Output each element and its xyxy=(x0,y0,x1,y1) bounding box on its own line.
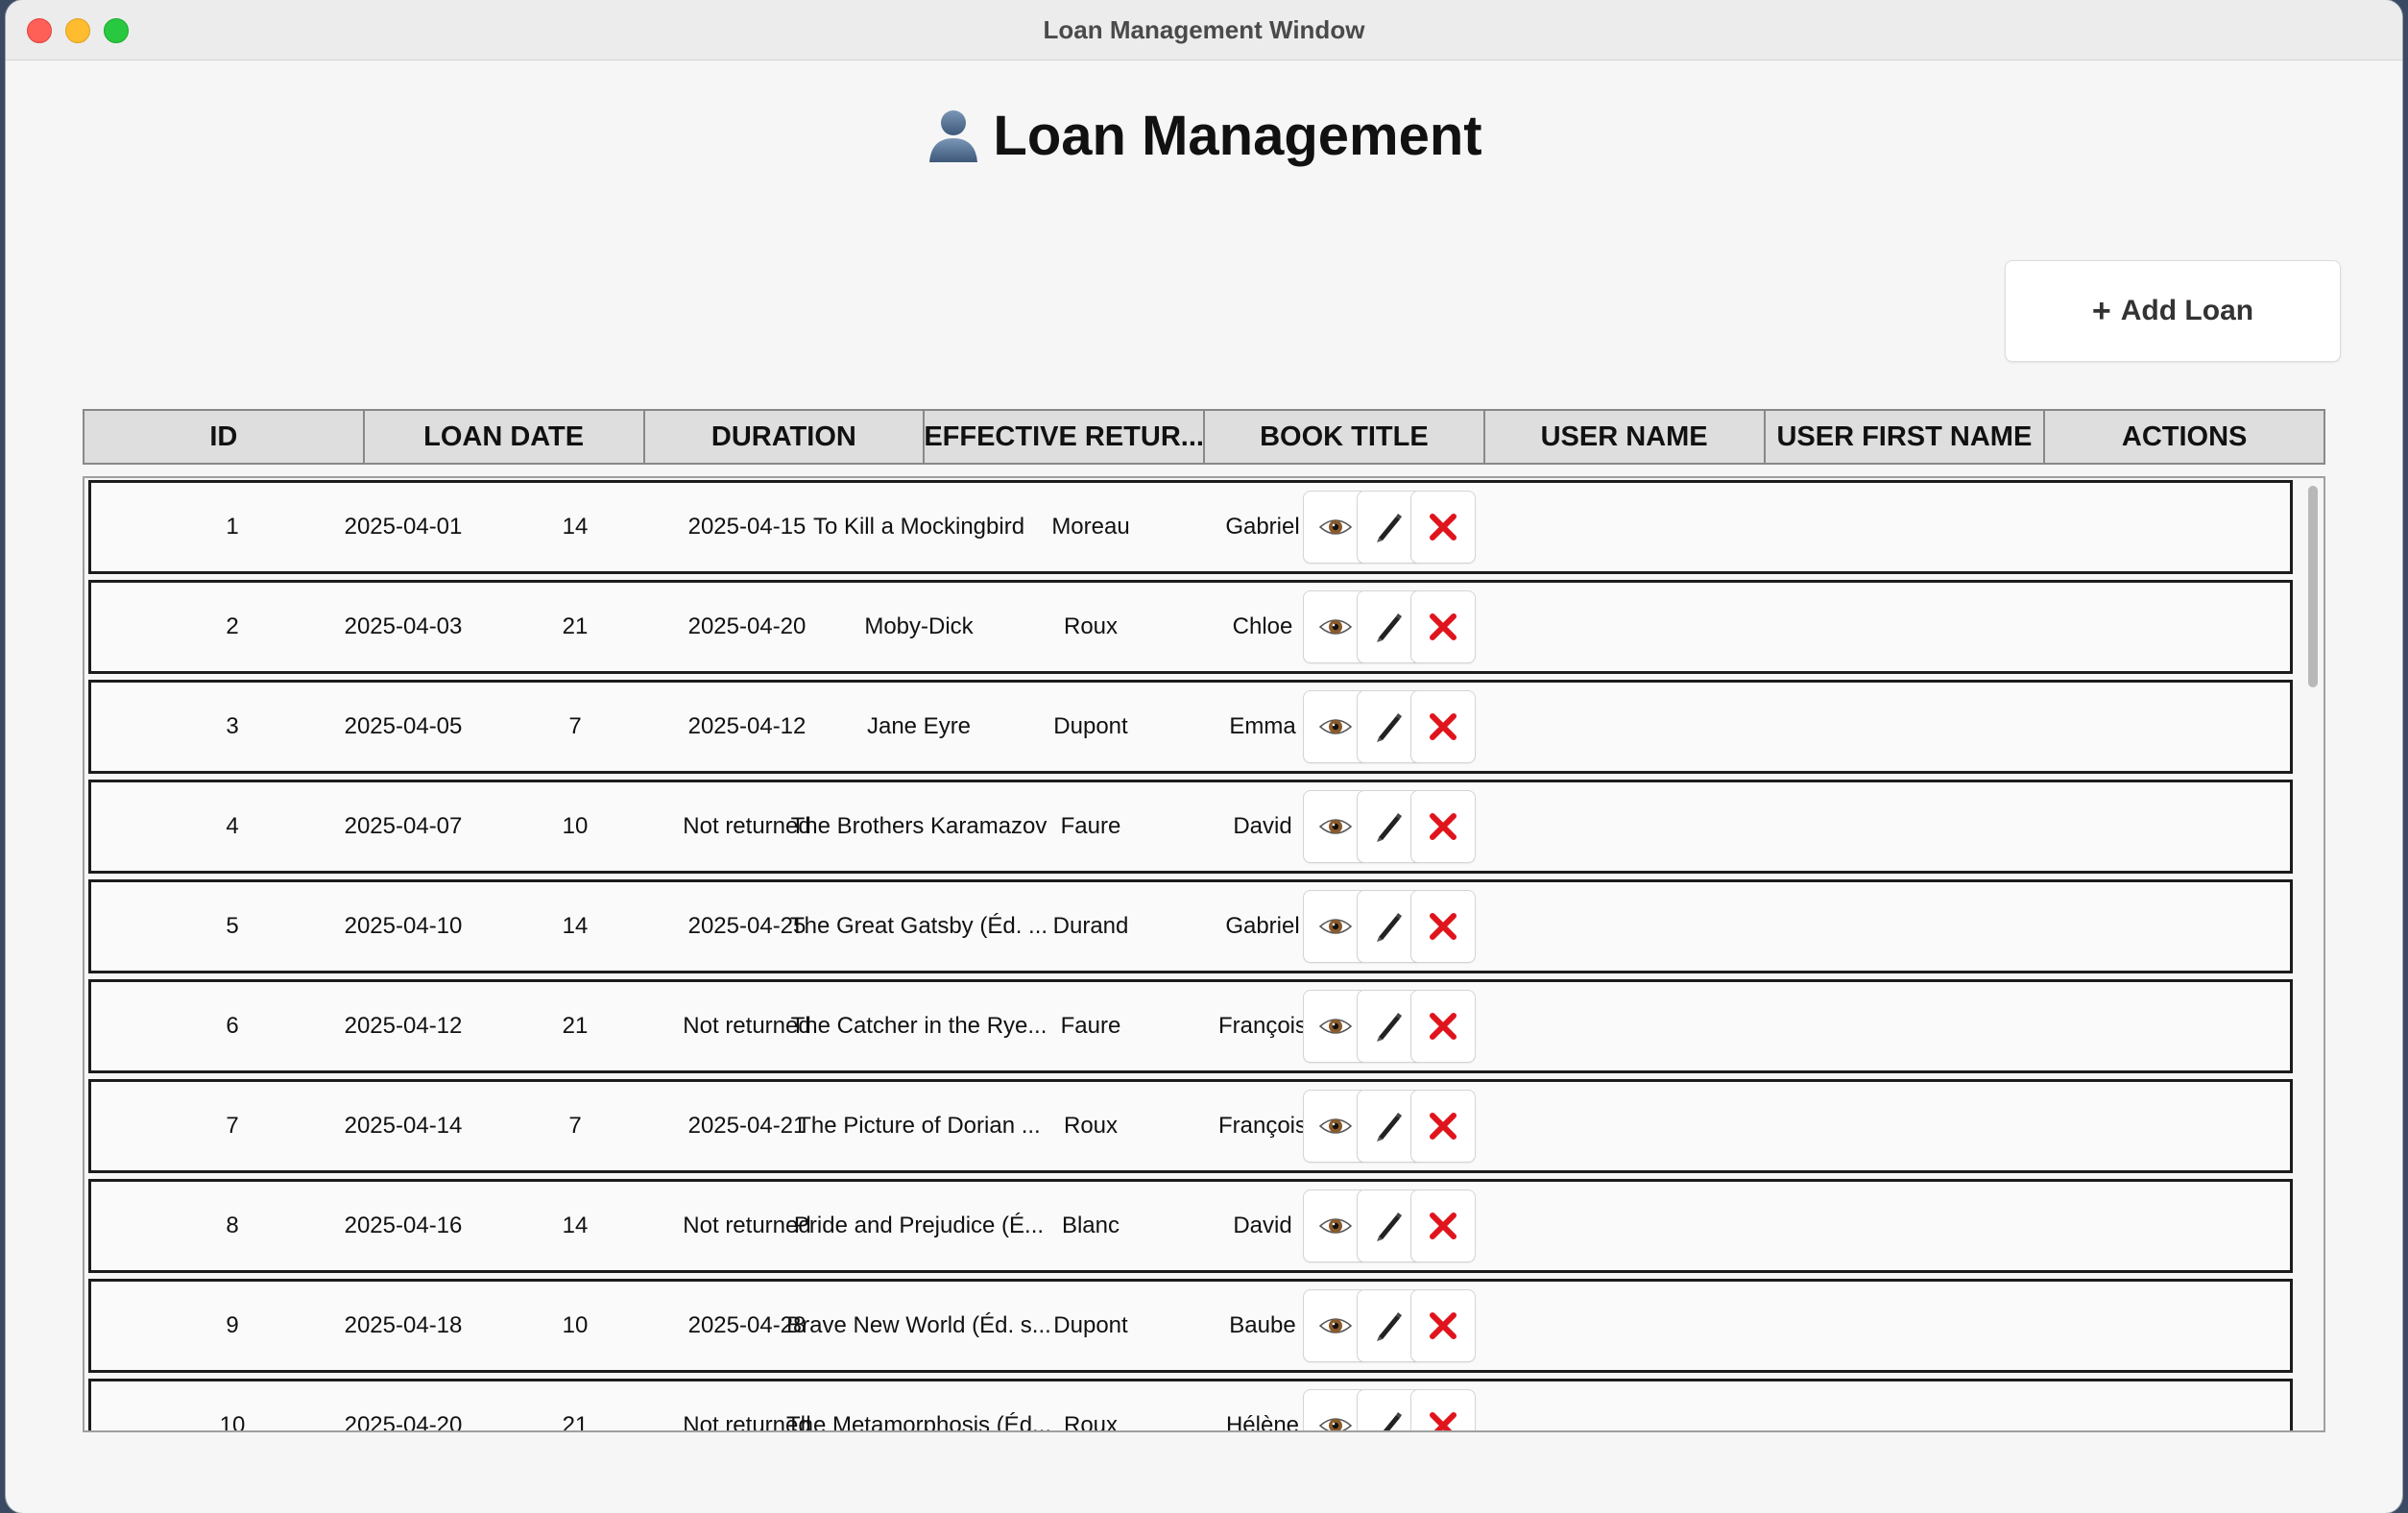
page-title: Loan Management xyxy=(6,104,2402,168)
table-row[interactable]: 3 2025-04-05 7 2025-04-12 Jane Eyre Dupont Emm… xyxy=(88,680,2293,774)
table-row[interactable]: 9 2025-04-18 10 2025-04-28 Brave New World (… xyxy=(88,1279,2293,1373)
column-header-book-title[interactable]: BOOK TITLE xyxy=(1205,411,1485,463)
edit-pencil-icon xyxy=(1373,1210,1406,1242)
delete-loan-button[interactable] xyxy=(1410,690,1476,763)
edit-pencil-icon xyxy=(1373,710,1406,743)
delete-x-icon xyxy=(1428,1410,1458,1430)
plus-icon: + xyxy=(2091,292,2111,329)
delete-x-icon xyxy=(1428,1011,1458,1042)
view-eye-icon xyxy=(1319,516,1352,538)
edit-pencil-icon xyxy=(1373,910,1406,943)
page-title-text: Loan Management xyxy=(993,105,1482,167)
title-bar: Loan Management Window xyxy=(6,0,2402,60)
edit-pencil-icon xyxy=(1373,611,1406,643)
loan-management-window: Loan Management Window Loan Management +… xyxy=(6,0,2402,1513)
table-row[interactable]: 4 2025-04-07 10 Not returned The Brothers Ka… xyxy=(88,780,2293,874)
delete-loan-button[interactable] xyxy=(1410,890,1476,963)
column-header-effective-return[interactable]: EFFECTIVE RETUR... xyxy=(925,411,1205,463)
add-loan-label: Add Loan xyxy=(2120,295,2254,326)
view-eye-icon xyxy=(1319,816,1352,837)
delete-loan-button[interactable] xyxy=(1410,790,1476,863)
table-row[interactable]: 10 2025-04-20 21 Not returned The Metamorpho… xyxy=(88,1379,2293,1430)
table-row[interactable]: 5 2025-04-10 14 2025-04-25 The Great Gatsby … xyxy=(88,879,2293,973)
delete-loan-button[interactable] xyxy=(1410,1389,1476,1430)
column-header-id[interactable]: ID xyxy=(84,411,365,463)
delete-loan-button[interactable] xyxy=(1410,1289,1476,1362)
table-header: ID LOAN DATE DURATION EFFECTIVE RETUR...… xyxy=(83,409,2325,465)
edit-pencil-icon xyxy=(1373,511,1406,543)
column-header-user-name[interactable]: USER NAME xyxy=(1485,411,1766,463)
table-row[interactable]: 2 2025-04-03 21 2025-04-20 Moby-Dick Roux Chlo… xyxy=(88,580,2293,674)
column-header-user-first-name[interactable]: USER FIRST NAME xyxy=(1766,411,2046,463)
edit-pencil-icon xyxy=(1373,1010,1406,1043)
view-eye-icon xyxy=(1319,1415,1352,1430)
delete-x-icon xyxy=(1428,512,1458,542)
view-eye-icon xyxy=(1319,916,1352,937)
delete-loan-button[interactable] xyxy=(1410,1090,1476,1163)
column-header-duration[interactable]: DURATION xyxy=(645,411,926,463)
add-loan-button[interactable]: + Add Loan xyxy=(2005,260,2341,362)
window-title: Loan Management Window xyxy=(1043,15,1365,44)
view-eye-icon xyxy=(1319,1315,1352,1336)
delete-x-icon xyxy=(1428,811,1458,842)
delete-loan-button[interactable] xyxy=(1410,990,1476,1063)
view-eye-icon xyxy=(1319,716,1352,737)
delete-x-icon xyxy=(1428,911,1458,942)
delete-loan-button[interactable] xyxy=(1410,1189,1476,1262)
loans-table-body[interactable]: 1 2025-04-01 14 2025-04-15 To Kill a Mocking… xyxy=(83,476,2325,1432)
delete-x-icon xyxy=(1428,1111,1458,1141)
delete-x-icon xyxy=(1428,1310,1458,1341)
view-eye-icon xyxy=(1319,1215,1352,1237)
edit-pencil-icon xyxy=(1373,1309,1406,1342)
view-eye-icon xyxy=(1319,1116,1352,1137)
edit-pencil-icon xyxy=(1373,810,1406,843)
delete-loan-button[interactable] xyxy=(1410,491,1476,564)
delete-x-icon xyxy=(1428,1211,1458,1241)
person-icon xyxy=(929,110,978,162)
view-eye-icon xyxy=(1319,616,1352,637)
vertical-scrollbar[interactable] xyxy=(2306,482,2320,1427)
view-eye-icon xyxy=(1319,1016,1352,1037)
scrollbar-thumb[interactable] xyxy=(2308,486,2318,687)
table-row[interactable]: 6 2025-04-12 21 Not returned The Catcher in … xyxy=(88,979,2293,1073)
delete-loan-button[interactable] xyxy=(1410,590,1476,663)
column-header-loan-date[interactable]: LOAN DATE xyxy=(365,411,645,463)
table-row[interactable]: 8 2025-04-16 14 Not returned Pride and Preju… xyxy=(88,1179,2293,1273)
delete-x-icon xyxy=(1428,612,1458,642)
edit-pencil-icon xyxy=(1373,1409,1406,1430)
table-row[interactable]: 1 2025-04-01 14 2025-04-15 To Kill a Mocking… xyxy=(88,480,2293,574)
table-row[interactable]: 7 2025-04-14 7 2025-04-21 The Picture of Dor… xyxy=(88,1079,2293,1173)
delete-x-icon xyxy=(1428,711,1458,742)
column-header-actions: ACTIONS xyxy=(2121,420,2248,452)
edit-pencil-icon xyxy=(1373,1110,1406,1142)
